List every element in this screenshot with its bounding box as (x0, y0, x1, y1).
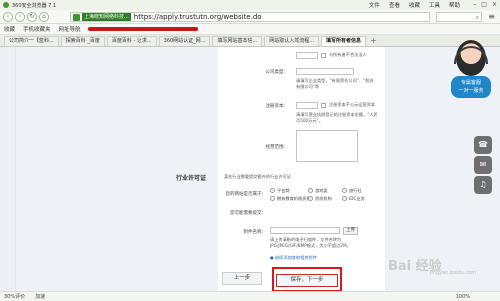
legal-person-check-label: 与所有者不合法法人 (329, 52, 367, 57)
tab-active[interactable]: 填写所有者信息 (321, 36, 367, 46)
phone-icon[interactable]: ☎ (474, 136, 492, 154)
industry-label: 您的网站是否属于： (225, 192, 267, 197)
bookmark-mobile[interactable]: 手机收藏夹 (23, 25, 51, 33)
radio-option-3[interactable] (270, 196, 275, 201)
minimize-icon[interactable]: – (473, 1, 476, 8)
tab-5[interactable]: 网站取认入驾流程... (264, 36, 320, 46)
refresh-icon[interactable]: ↻ (27, 11, 37, 22)
lock-icon (73, 13, 80, 21)
upload-button[interactable]: 上传 (343, 227, 358, 235)
browser-logo-icon (3, 2, 9, 8)
zoom-level[interactable]: 100% (456, 294, 470, 300)
status-bar: 30%评价 加速 100% (0, 291, 500, 301)
company-type-label: 公司类型： (265, 70, 289, 75)
home-icon[interactable]: ⌂ (39, 11, 49, 22)
radio-option-5[interactable] (342, 196, 347, 201)
side-buttons: ☎ ✉ ♫ (474, 136, 492, 196)
radio-option-4[interactable] (308, 196, 313, 201)
registered-capital-hint: 请填写营业执照登记的注册资本金额，“人民币500万元”。 (296, 112, 378, 123)
business-scope-label: 经营范围： (265, 145, 289, 150)
registered-capital-checkbox[interactable] (321, 103, 326, 108)
url-input[interactable]: 上海晓知网络科技... https://apply.trustutn.org/w… (70, 12, 430, 22)
tab-4[interactable]: 填写网站基本信... (212, 36, 263, 46)
form-page: 与所有者不合法法人 公司类型： 请填写企业类型，“有限责任公司”、“股份有限公司… (176, 47, 385, 291)
option-label-1: 游戏类 (315, 188, 328, 193)
bookmark-nav[interactable]: 网址导航 (59, 25, 81, 33)
tab-0[interactable]: 公司简介一【蓝科... (4, 36, 59, 46)
option-label-5: IDC业务 (349, 196, 365, 201)
window-controls: – □ × (473, 1, 497, 8)
registered-capital-input[interactable] (296, 102, 318, 109)
address-bar: ‹ › ↻ ⌂ 上海晓知网络科技... https://apply.trustu… (0, 10, 500, 24)
watermark-sub: jingyan.baidu.com (430, 270, 477, 276)
radio-option-0[interactable] (270, 188, 275, 193)
prev-step-button[interactable]: 上一步 (222, 272, 262, 285)
search-icon[interactable]: ⌕ (476, 14, 479, 22)
menu-help[interactable]: 帮助 (449, 1, 460, 9)
menu-icon[interactable]: ≡ (488, 12, 495, 21)
radio-option-2[interactable] (342, 188, 347, 193)
registered-capital-check-label: 注册资本不公示运营资本 (329, 102, 376, 107)
upload-hint: 请上传清晰的电子扫描件，文件名称为JPG/JPEG/GIF/BMP格式，大小不超… (270, 237, 351, 248)
legal-person-input[interactable] (296, 52, 318, 59)
title-bar: 360安全浏览器 7.1 文件 查看 收藏 工具 帮助 – □ × (0, 0, 500, 10)
menu-bar: 文件 查看 收藏 工具 帮助 (369, 1, 460, 9)
tab-2[interactable]: 百度百科 - 让求... (106, 36, 157, 46)
redacted-bar (88, 27, 198, 31)
headset-icon[interactable]: ♫ (474, 176, 492, 194)
add-attachment-link[interactable]: ● 继续添加其他相关附件 (270, 255, 317, 261)
registered-capital-label: 注册资本： (265, 104, 289, 109)
tab-strip: 公司简介一【蓝科... 探索百科 _百度 百度百科 - 让求... 360网站认… (0, 35, 500, 47)
window-title: 360安全浏览器 7.1 (12, 2, 57, 9)
plus-icon[interactable]: + (370, 36, 377, 46)
menu-file[interactable]: 文件 (369, 1, 380, 9)
business-scope-textarea[interactable] (296, 130, 358, 162)
option-label-0: 平台商 (277, 188, 290, 193)
option-label-3: 拥有教育机构资格 (277, 196, 311, 201)
menu-tools[interactable]: 工具 (429, 1, 440, 9)
close-icon[interactable]: × (492, 1, 497, 8)
maximize-icon[interactable]: □ (481, 1, 487, 8)
highlight-box (272, 267, 342, 292)
url-text[interactable]: https://apply.trustutn.org/website.do (134, 13, 262, 21)
tab-3[interactable]: 360网站认证_网... (158, 36, 211, 46)
left-panel (0, 47, 16, 291)
back-icon[interactable]: ‹ (3, 11, 13, 22)
service-button[interactable]: 专属客服 一对一服务 (451, 76, 491, 98)
option-label-2: 旅行社 (349, 188, 362, 193)
radio-option-1[interactable] (308, 188, 313, 193)
forward-icon[interactable]: › (15, 11, 25, 22)
customer-service-widget[interactable]: 专属客服 一对一服务 (448, 40, 498, 148)
service-button-line2: 一对一服务 (458, 88, 484, 94)
company-type-input[interactable] (296, 68, 354, 75)
status-mid[interactable]: 加速 (35, 293, 45, 300)
legal-person-checkbox[interactable] (321, 53, 326, 58)
menu-favorites[interactable]: 收藏 (409, 1, 420, 9)
site-cert-badge: 上海晓知网络科技... (82, 13, 131, 21)
search-input[interactable]: ⌕ (436, 12, 482, 22)
attachment-label: 附件名称： (243, 230, 267, 235)
bookmarks-bar: 收藏 手机收藏夹 网址导航 (0, 24, 500, 35)
chat-icon[interactable]: ✉ (474, 156, 492, 174)
service-button-line1: 专属客服 (460, 80, 481, 86)
tab-1[interactable]: 探索百科 _百度 (60, 36, 105, 46)
attachment-input[interactable] (270, 227, 340, 234)
section-note: 某些行业需要提交额外的行业许可证 (224, 174, 292, 179)
company-type-hint: 请填写企业类型，“有限责任公司”、“股份有限公司”等 (296, 78, 374, 89)
status-left: 30%评价 (4, 294, 26, 300)
menu-view[interactable]: 查看 (389, 1, 400, 9)
browser-window: 360安全浏览器 7.1 文件 查看 收藏 工具 帮助 – □ × ‹ › ↻ … (0, 0, 500, 301)
section-title: 行业许可证 (176, 175, 207, 182)
bookmark-favorites[interactable]: 收藏 (4, 25, 15, 33)
option-label-4: 资质机构 (315, 196, 332, 201)
license-label: 您可能需要提交： (230, 211, 266, 216)
